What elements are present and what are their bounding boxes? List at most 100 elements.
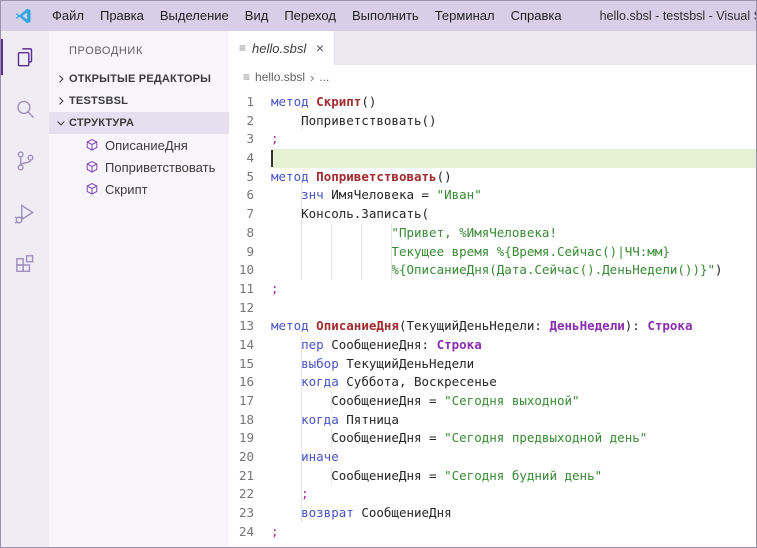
code-line: 11;	[229, 280, 756, 299]
code-line: 6 знч ИмяЧеловека = "Иван"	[229, 186, 756, 206]
code-token: СообщениеДня =	[271, 393, 445, 408]
indent-guide-line	[301, 186, 303, 206]
tree-item[interactable]: Скрипт	[49, 178, 229, 200]
file-icon: ≡	[239, 41, 247, 55]
code-token: ()	[361, 94, 377, 109]
code-line: 24;	[229, 523, 756, 542]
code-line-content[interactable]: СообщениеДня = "Сегодня будний день"	[271, 466, 756, 486]
menubar-item[interactable]: Вид	[237, 1, 277, 31]
code-line-content[interactable]	[271, 149, 756, 168]
code-token: метод	[271, 94, 309, 109]
code-line: 12	[229, 299, 756, 318]
extensions-icon[interactable]	[1, 239, 49, 291]
indent-guide-line	[391, 242, 393, 262]
code-line: 7 Консоль.Записать(	[229, 205, 756, 224]
code-token: Строка	[647, 318, 693, 334]
sidebar-sections: ОТКРЫТЫЕ РЕДАКТОРЫ TESTSBSL СТРУКТУРА Описа…	[49, 68, 229, 200]
code-line: 17 СообщениеДня = "Сегодня выходной"	[229, 392, 756, 411]
run-debug-icon[interactable]	[1, 187, 49, 239]
code-token: когда	[301, 374, 339, 390]
code-line-content[interactable]: выбор ТекущийДеньНедели	[271, 354, 756, 374]
breadcrumb-file[interactable]: hello.sbsl	[255, 70, 305, 84]
menubar-item[interactable]: Выполнить	[344, 1, 427, 31]
code-token: когда	[301, 411, 339, 427]
menubar-item[interactable]: Терминал	[427, 1, 503, 31]
code-line-content[interactable]: Поприветствовать()	[271, 111, 756, 131]
code-line-content[interactable]: ;	[271, 130, 756, 149]
code-line-content[interactable]: СообщениеДня = "Сегодня выходной"	[271, 392, 756, 411]
code-token: "Сегодня предвыходной день"	[444, 430, 648, 446]
line-number: 21	[238, 467, 254, 483]
indent-guide-line	[331, 466, 333, 486]
search-icon[interactable]	[1, 83, 49, 135]
code-token: знч	[301, 187, 324, 203]
code-token: "Сегодня выходной"	[444, 393, 580, 408]
code-line-content[interactable]: %{ОписаниеДня(Дата.Сейчас().ДеньНедели()…	[271, 261, 756, 280]
code-token: "Привет, %ИмяЧеловека!	[391, 224, 557, 240]
code-token: Суббота, Воскресенье	[338, 374, 497, 390]
menubar-item[interactable]: Выделение	[152, 1, 237, 31]
code-line-content[interactable]	[271, 299, 756, 318]
tab-label: hello.sbsl	[252, 40, 307, 56]
editor-group: ≡ hello.sbsl × ≡ hello.sbsl › ... 1 метод…	[229, 31, 756, 547]
indent-guide-line	[301, 504, 303, 523]
code-line-content[interactable]: ;	[271, 523, 756, 542]
menubar-item[interactable]: Файл	[44, 1, 92, 31]
code-line-content[interactable]: метод ОписаниеДня(ТекущийДеньНедели: Ден…	[271, 317, 756, 336]
close-icon[interactable]: ×	[314, 40, 326, 56]
code-line-content[interactable]: когда Суббота, Воскресенье	[271, 373, 756, 392]
code-line-content[interactable]: ;	[271, 280, 756, 299]
tree-item[interactable]: Поприветствовать	[49, 156, 229, 178]
indent-guide-line	[301, 111, 303, 131]
code-token: Пятница	[338, 411, 399, 427]
line-number: 18	[238, 411, 254, 427]
line-number: 24	[238, 523, 254, 539]
code-line-content[interactable]: Текущее время %{Время.Сейчас()|ЧЧ:мм}	[271, 242, 756, 262]
code-line-content[interactable]: возврат СообщениеДня	[271, 504, 756, 523]
indent-guide-line	[301, 466, 303, 486]
sidebar-section[interactable]: TESTSBSL	[49, 90, 229, 112]
code-line-content[interactable]: пер СообщениеДня: Строка	[271, 335, 756, 355]
code-line-content[interactable]: знч ИмяЧеловека = "Иван"	[271, 186, 756, 206]
code-line-content[interactable]: метод Скрипт()	[271, 93, 756, 112]
code-line: 1 метод Скрипт()	[229, 93, 756, 112]
symbol-cube-icon	[85, 160, 99, 174]
code-line: 20 иначе	[229, 448, 756, 467]
code-token: пер	[301, 336, 324, 352]
menubar-item[interactable]: Переход	[276, 1, 344, 31]
indent-guide-line	[301, 261, 303, 280]
files-explorer-icon[interactable]	[1, 31, 49, 83]
sidebar-section[interactable]: СТРУКТУРА	[49, 112, 229, 134]
indent-guide-line	[301, 429, 303, 449]
tab-hello-sbsl[interactable]: ≡ hello.sbsl ×	[229, 31, 335, 65]
line-number: 6	[246, 187, 254, 203]
code-line-content[interactable]: СообщениеДня = "Сегодня предвыходной ден…	[271, 429, 756, 449]
code-line-content[interactable]: иначе	[271, 448, 756, 467]
indent-guide-line	[331, 429, 333, 449]
sidebar-title: ПРОВОДНИК	[69, 45, 143, 57]
menubar-item[interactable]: Справка	[503, 1, 570, 31]
code-token: возврат	[301, 505, 354, 521]
breadcrumb-ellipsis[interactable]: ...	[319, 70, 329, 84]
sidebar-section[interactable]: ОТКРЫТЫЕ РЕДАКТОРЫ	[49, 68, 229, 90]
line-number: 4	[246, 150, 254, 166]
code-line: 14 пер СообщениеДня: Строка	[229, 335, 756, 355]
code-token: ТекущийДеньНедели	[338, 355, 475, 371]
code-line-content[interactable]: Консоль.Записать(	[271, 205, 756, 224]
code-token: ):	[624, 318, 648, 334]
menubar-item[interactable]: Правка	[92, 1, 152, 31]
line-number: 22	[238, 486, 254, 502]
code-token: (ТекущийДеньНедели:	[398, 318, 550, 334]
source-control-icon[interactable]	[1, 135, 49, 187]
line-number: 16	[238, 374, 254, 390]
code-line-content[interactable]: ;	[271, 485, 756, 505]
code-line-content[interactable]: "Привет, %ИмяЧеловека!	[271, 223, 756, 243]
code-token: ;	[271, 280, 279, 296]
tree-item[interactable]: ОписаниеДня	[49, 134, 229, 156]
indent-guide-line	[301, 242, 303, 262]
code-line-content[interactable]: когда Пятница	[271, 410, 756, 430]
code-line-content[interactable]: метод Поприветствовать()	[271, 168, 756, 187]
